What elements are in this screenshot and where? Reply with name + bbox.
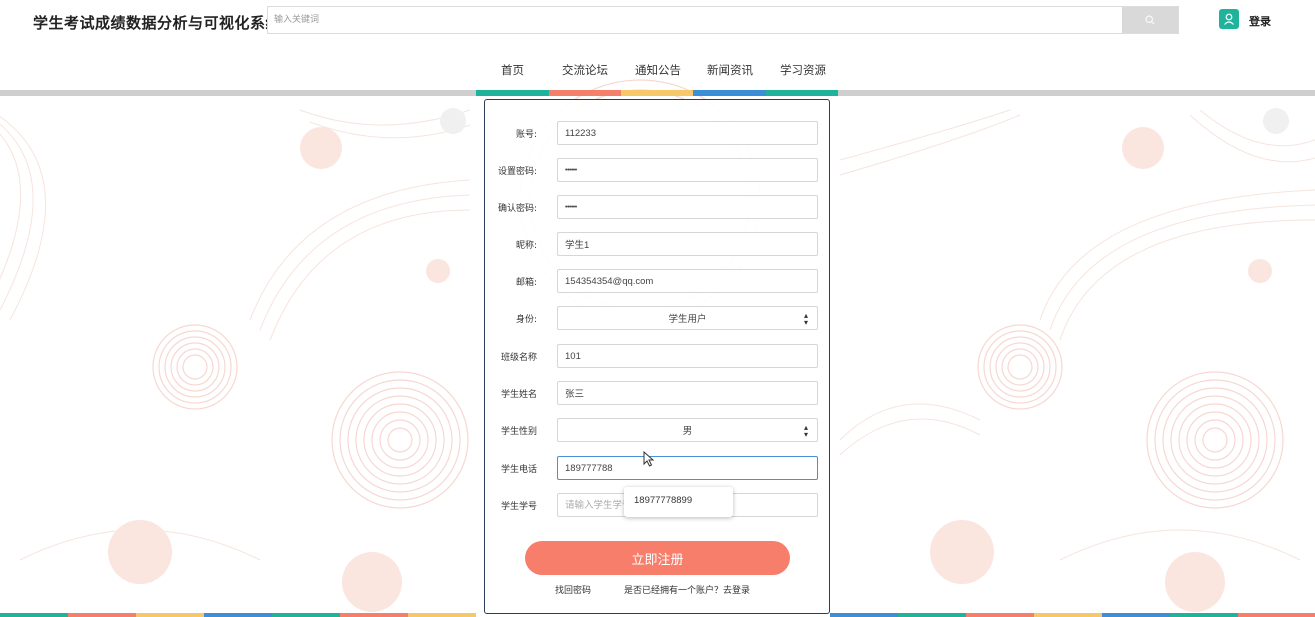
nav-color-bar bbox=[693, 90, 766, 96]
field-label: 学生学号 bbox=[500, 502, 537, 512]
search-button[interactable] bbox=[1122, 7, 1178, 33]
go-login-link[interactable]: 是否已经拥有一个账户？去登录 bbox=[624, 583, 750, 596]
field-label: 设置密码: bbox=[497, 167, 537, 177]
search-icon bbox=[1145, 15, 1155, 25]
nav-color-bar bbox=[549, 90, 621, 96]
field-label: 邮箱: bbox=[515, 278, 537, 288]
field-password: 设置密码: bbox=[485, 158, 831, 182]
field-label: 学生姓名 bbox=[500, 390, 537, 400]
field-nickname: 昵称: bbox=[485, 232, 831, 256]
password-input[interactable] bbox=[557, 158, 818, 182]
forgot-password-link[interactable]: 找回密码 bbox=[555, 583, 591, 596]
email-input[interactable] bbox=[557, 269, 818, 293]
nav-item-resources[interactable]: 学习资源 bbox=[780, 62, 826, 78]
nav-item-forum[interactable]: 交流论坛 bbox=[562, 62, 608, 78]
nav-color-bar bbox=[621, 90, 693, 96]
field-phone: 学生电话 bbox=[485, 456, 831, 480]
select-value: 学生用户 bbox=[668, 314, 707, 325]
search-input[interactable] bbox=[268, 7, 1123, 33]
user-icon[interactable] bbox=[1219, 9, 1239, 29]
header: 学生考试成绩数据分析与可视化系统 登录 bbox=[0, 0, 1315, 40]
nickname-input[interactable] bbox=[557, 232, 818, 256]
field-email: 邮箱: bbox=[485, 269, 831, 293]
login-link[interactable]: 登录 bbox=[1249, 13, 1271, 29]
field-label: 确认密码: bbox=[497, 204, 537, 214]
phone-input[interactable] bbox=[557, 456, 818, 480]
select-arrows-icon: ▴ ▾ bbox=[803, 423, 808, 439]
field-account: 账号: bbox=[485, 121, 831, 145]
register-form: 账号: 设置密码: 确认密码: 昵称: 邮箱: 身份: 学生用户 ▴▾ 班级名称… bbox=[484, 99, 830, 614]
nav-color-bar bbox=[476, 90, 549, 96]
role-select[interactable]: 学生用户 ▴ ▾ bbox=[557, 306, 818, 330]
field-gender: 学生性别 男 ▴ ▾ bbox=[485, 418, 831, 442]
search-box bbox=[267, 6, 1179, 34]
field-student-name: 学生姓名 bbox=[485, 381, 831, 405]
autocomplete-suggestion[interactable]: 18977778899 bbox=[624, 487, 733, 517]
field-label: 学生电话 bbox=[500, 465, 537, 475]
select-arrows-icon: ▴ ▾ bbox=[803, 311, 808, 327]
nav-item-news[interactable]: 新闻资讯 bbox=[707, 62, 753, 78]
register-button[interactable]: 立即注册 bbox=[525, 541, 790, 575]
student-name-input[interactable] bbox=[557, 381, 818, 405]
nav-color-bar bbox=[766, 90, 838, 96]
field-label: 昵称: bbox=[515, 241, 537, 251]
field-label: 班级名称 bbox=[500, 353, 537, 363]
select-value: 男 bbox=[682, 426, 693, 437]
nav-item-home[interactable]: 首页 bbox=[501, 62, 524, 78]
account-input[interactable] bbox=[557, 121, 818, 145]
site-title: 学生考试成绩数据分析与可视化系统 bbox=[33, 14, 282, 32]
field-label: 身份: bbox=[515, 315, 537, 325]
field-class-name: 班级名称 bbox=[485, 344, 831, 368]
field-role: 身份: 学生用户 ▴ ▾ bbox=[485, 306, 831, 330]
class-name-input[interactable] bbox=[557, 344, 818, 368]
nav-item-notice[interactable]: 通知公告 bbox=[635, 62, 681, 78]
field-confirm-password: 确认密码: bbox=[485, 195, 831, 219]
confirm-password-input[interactable] bbox=[557, 195, 818, 219]
field-label: 账号: bbox=[515, 130, 537, 140]
gender-select[interactable]: 男 ▴ ▾ bbox=[557, 418, 818, 442]
mouse-cursor-icon bbox=[643, 451, 655, 467]
field-label: 学生性别 bbox=[500, 427, 537, 437]
